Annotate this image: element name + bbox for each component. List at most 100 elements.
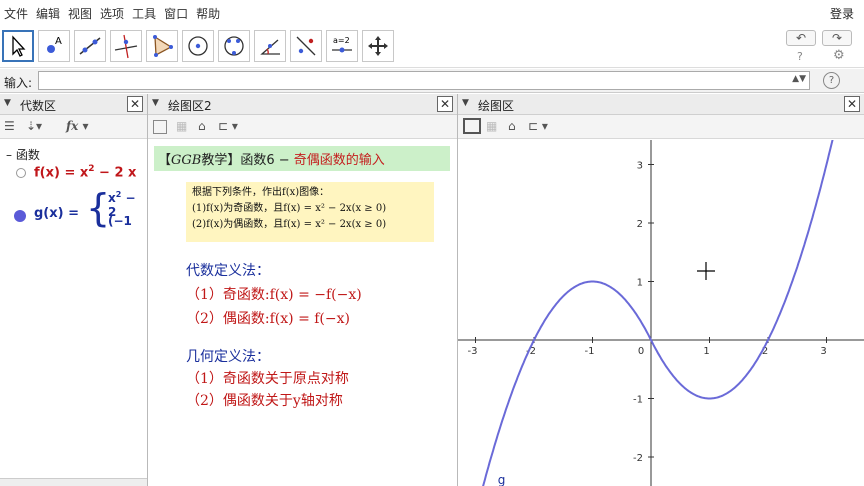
graphics2-collapse-icon[interactable]: ▼	[152, 98, 159, 108]
ellipse-tool-icon	[224, 36, 244, 56]
input-help-icon[interactable]: ?	[823, 72, 840, 89]
title-banner: 【GGB教学】函数6 − 奇偶函数的输入	[154, 146, 450, 171]
g-visibility-toggle[interactable]	[14, 210, 26, 222]
graphics2-style-bar: ▦ ⌂ ⊏ ▾	[148, 115, 457, 139]
graphics-panel: ▼ 绘图区 ✕ ▦ ⌂ ⊏ ▾ -3 -2 -1 0 1 2 3 3 2 1 -1 -2 g	[458, 94, 864, 486]
conditions-line-2: (2)f(x)为偶函数，且f(x) = x² − 2x(x ≥ 0)	[192, 219, 387, 230]
circle-tool-icon	[188, 36, 208, 56]
order-icon[interactable]: ⇣▾	[26, 119, 42, 133]
perpendicular-tool-icon	[114, 34, 138, 59]
graphics-collapse-icon[interactable]: ▼	[462, 98, 469, 108]
graphics-title: 绘图区	[478, 99, 515, 113]
reflect-tool-icon	[296, 36, 316, 56]
slider-tool-button[interactable]: a=2	[326, 30, 358, 62]
algebra-title-bar: ▼ 代数区 ✕	[0, 94, 147, 115]
input-bar: 输入: ▲▼ ?	[0, 69, 864, 93]
perpendicular-tool-button[interactable]	[110, 30, 142, 62]
input-field[interactable]: ▲▼	[38, 71, 810, 90]
move-tool-icon	[12, 35, 26, 57]
f-visibility-toggle[interactable]	[16, 168, 26, 178]
input-label: 输入:	[4, 76, 33, 90]
fx-icon[interactable]: fx ▾	[66, 119, 89, 133]
plot-ticks: -3 -2 -1 0 1 2 3321-1-2	[468, 161, 827, 464]
svg-text:a=2: a=2	[333, 36, 350, 45]
graphics-close-icon[interactable]: ✕	[844, 96, 860, 112]
graphics2-close-icon[interactable]: ✕	[437, 96, 453, 112]
line-tool-icon	[79, 37, 101, 55]
algebra-hscroll[interactable]	[0, 478, 147, 486]
slider-tool-icon: a=2	[332, 36, 352, 53]
point-tool-icon: A	[47, 36, 62, 53]
menu-help[interactable]: 帮助	[192, 5, 224, 22]
graphics2-title-bar: ▼ 绘图区2 ✕	[148, 94, 457, 115]
even-algebraic-definition: （2）偶函数:f(x) = f(−x)	[186, 311, 350, 327]
menu-edit[interactable]: 编辑	[32, 5, 64, 22]
ellipse-tool-button[interactable]	[218, 30, 250, 62]
graphics-home-icon[interactable]: ⌂	[508, 119, 516, 133]
menu-window[interactable]: 窗口	[160, 5, 192, 22]
function-plot[interactable]: -3 -2 -1 0 1 2 3321-1-2 g	[458, 140, 864, 486]
conditions-line-0: 根据下列条件，作出f(x)图像：	[192, 187, 330, 198]
plot-axes	[458, 140, 864, 486]
x-tick-label: -1	[585, 346, 595, 357]
x-tick-label: 3	[820, 346, 826, 357]
settings-icon[interactable]: ⚙	[833, 48, 845, 63]
algebra-panel: ▼ 代数区 ✕ ☰ ⇣▾ fx ▾ – 函数 f(x) = x2 − 2 x g…	[0, 94, 148, 486]
angle-tool-icon	[260, 39, 280, 55]
circle-tool-button[interactable]	[182, 30, 214, 62]
undo-icon: ↶	[795, 31, 807, 45]
x-tick-label: 0	[638, 346, 644, 357]
grid-toggle-icon[interactable]: ▦	[176, 119, 187, 133]
algebra-title: 代数区	[20, 99, 57, 113]
move-tool-button[interactable]	[2, 30, 34, 62]
line-tool-button[interactable]	[74, 30, 106, 62]
menu-bar: 文件 编辑 视图 选项 工具 窗口 帮助 登录	[0, 0, 864, 26]
sort-icon[interactable]: ☰	[4, 119, 15, 133]
g-brace: {	[86, 186, 111, 230]
odd-geometric-definition: （1）奇函数关于原点对称	[186, 371, 349, 387]
odd-algebraic-definition: （1）奇函数:f(x) = −f(−x)	[186, 287, 362, 303]
algebra-close-icon[interactable]: ✕	[127, 96, 143, 112]
move-view-tool-button[interactable]	[362, 30, 394, 62]
redo-icon: ↷	[831, 31, 843, 45]
input-dropdown-icon[interactable]: ▲▼	[792, 74, 806, 84]
graphics2-title: 绘图区2	[168, 99, 212, 113]
menu-tools[interactable]: 工具	[128, 5, 160, 22]
menu-file[interactable]: 文件	[0, 5, 32, 22]
graphics-grid-toggle-icon[interactable]: ▦	[486, 119, 497, 133]
graphics-point-capture-icon[interactable]: ⊏ ▾	[528, 119, 548, 133]
polygon-tool-button[interactable]	[146, 30, 178, 62]
axes-toggle-icon[interactable]	[153, 120, 167, 134]
point-tool-button[interactable]: A	[38, 30, 70, 62]
y-tick-label: -1	[633, 395, 643, 406]
undo-button[interactable]: ↶	[786, 30, 816, 46]
g-curve[interactable]	[482, 140, 834, 486]
algebra-style-bar: ☰ ⇣▾ fx ▾	[0, 115, 147, 139]
geometric-definition-title: 几何定义法：	[186, 349, 270, 365]
svg-text:A: A	[55, 36, 62, 47]
x-tick-label: 1	[703, 346, 709, 357]
angle-tool-button[interactable]	[254, 30, 286, 62]
menu-view[interactable]: 视图	[64, 5, 96, 22]
even-geometric-definition: （2）偶函数关于y轴对称	[186, 393, 343, 409]
redo-button[interactable]: ↷	[822, 30, 852, 46]
conditions-box: 根据下列条件，作出f(x)图像： (1)f(x)为奇函数，且f(x) = x² …	[186, 182, 434, 242]
f-definition[interactable]: f(x) = x2 − 2 x	[34, 164, 136, 180]
collapse-icon[interactable]: ▼	[4, 98, 11, 108]
graphics-title-bar: ▼ 绘图区 ✕	[458, 94, 864, 115]
home-icon[interactable]: ⌂	[198, 119, 206, 133]
menu-options[interactable]: 选项	[96, 5, 128, 22]
g-name[interactable]: g(x) =	[34, 206, 79, 221]
conditions-line-1: (1)f(x)为奇函数，且f(x) = x² − 2x(x ≥ 0)	[192, 203, 387, 214]
move-view-tool-icon	[368, 36, 388, 56]
graphics2-panel: ▼ 绘图区2 ✕ ▦ ⌂ ⊏ ▾ 【GGB教学】函数6 − 奇偶函数的输入 根据…	[148, 94, 458, 486]
graphics-axes-toggle-icon[interactable]	[463, 118, 481, 134]
y-tick-label: 2	[637, 219, 643, 230]
g-piece-2: (−1	[108, 214, 132, 228]
graphics-style-bar: ▦ ⌂ ⊏ ▾	[458, 115, 864, 139]
point-capture-icon[interactable]: ⊏ ▾	[218, 119, 238, 133]
login-link[interactable]: 登录	[830, 5, 854, 22]
y-tick-label: 3	[637, 161, 643, 172]
reflect-tool-button[interactable]	[290, 30, 322, 62]
toolbar-help-icon[interactable]: ?	[797, 50, 803, 63]
